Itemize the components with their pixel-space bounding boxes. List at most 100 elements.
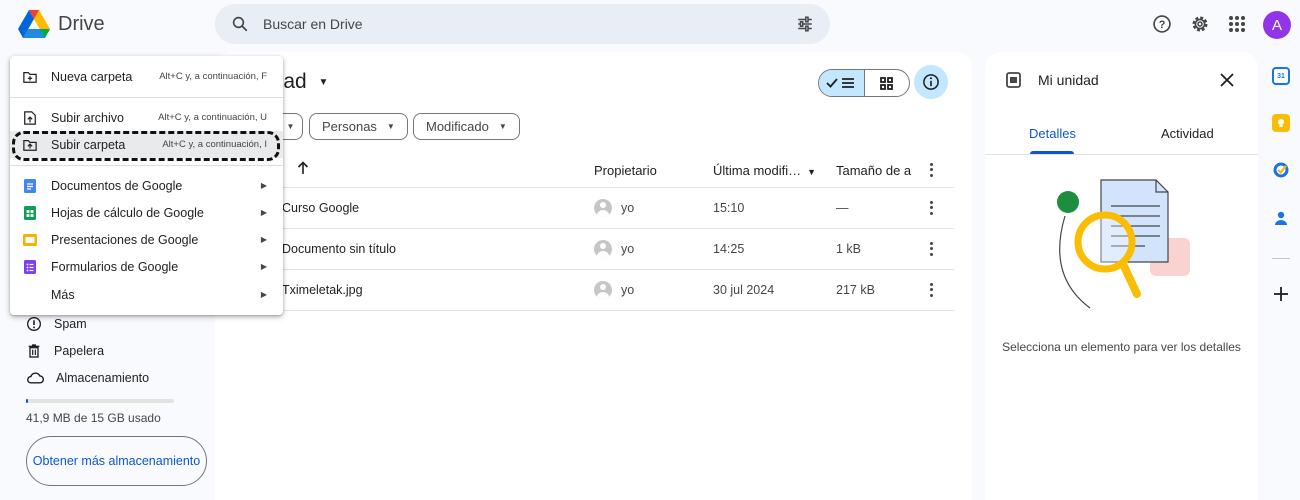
search-input[interactable]: Buscar en Drive	[263, 16, 796, 32]
drive-logo[interactable]: Drive	[18, 8, 105, 40]
google-docs-icon	[24, 178, 36, 193]
details-hint: Selecciona un elemento para ver los deta…	[1002, 340, 1241, 354]
cloud-icon	[27, 372, 44, 384]
menu-item-label: Subir archivo	[51, 110, 124, 125]
menu-item-upload-file[interactable]: Subir archivo Alt+C y, a continuación, U	[10, 104, 283, 131]
search-options-icon[interactable]	[796, 15, 814, 33]
sidebar-item-label: Almacenamiento	[56, 371, 150, 385]
filter-label: Modificado	[426, 119, 489, 134]
details-illustration	[1045, 176, 1195, 321]
menu-item-google-forms[interactable]: Formularios de Google ▶	[10, 253, 283, 280]
sidebar-item-label: Spam	[54, 317, 87, 331]
google-forms-icon	[24, 259, 36, 274]
menu-item-new-folder[interactable]: Nueva carpeta Alt+C y, a continuación, F	[10, 63, 283, 90]
get-more-storage-label: Obtener más almacenamiento	[32, 453, 201, 468]
get-more-storage-button[interactable]: Obtener más almacenamiento	[26, 436, 207, 486]
menu-item-google-sheets[interactable]: Hojas de cálculo de Google ▶	[10, 199, 283, 226]
menu-item-label: Documentos de Google	[51, 178, 183, 193]
list-view-button[interactable]	[819, 70, 865, 96]
storage-usage-bar	[26, 399, 174, 403]
view-toggle[interactable]	[818, 69, 910, 97]
submenu-arrow-icon: ▶	[260, 181, 267, 190]
focus-highlight	[12, 131, 280, 161]
grid-view-button[interactable]	[865, 70, 910, 96]
modified-filter-chip[interactable]: Modificado ▼	[413, 113, 520, 140]
file-upload-icon	[24, 110, 36, 125]
tasks-icon[interactable]	[1272, 161, 1290, 179]
sidebar-item-spam[interactable]: Spam	[26, 314, 87, 334]
divider	[1272, 258, 1290, 259]
new-folder-icon	[23, 71, 37, 83]
details-title: Mi unidad	[1038, 72, 1099, 88]
spam-icon	[27, 317, 41, 331]
file-modified: 30 jul 2024	[713, 283, 775, 297]
file-modified: 15:10	[713, 201, 745, 215]
account-avatar[interactable]: A	[1263, 11, 1291, 39]
svg-text:?: ?	[1159, 19, 1166, 31]
google-sheets-icon	[24, 205, 36, 220]
table-row[interactable]: Tximeletak.jpg yo 30 jul 2024 217 kB	[267, 270, 954, 310]
more-actions-icon[interactable]	[923, 241, 939, 257]
search-bar[interactable]: Buscar en Drive	[215, 4, 830, 44]
menu-item-label: Formularios de Google	[51, 259, 179, 274]
contacts-icon[interactable]	[1272, 209, 1290, 227]
file-size: 217 kB	[836, 283, 875, 297]
table-row[interactable]: Documento sin título yo 14:25 1 kB	[267, 229, 954, 269]
sidebar-item-trash[interactable]: Papelera	[26, 341, 104, 361]
people-filter-chip[interactable]: Personas ▼	[309, 113, 408, 140]
avatar	[594, 240, 612, 258]
divider	[10, 97, 283, 98]
owner-label: yo	[621, 283, 635, 297]
more-actions-icon[interactable]	[923, 200, 939, 216]
submenu-arrow-icon: ▶	[260, 208, 267, 217]
file-size: —	[836, 201, 849, 215]
google-slides-icon	[23, 233, 37, 246]
menu-item-label: Nueva carpeta	[51, 69, 133, 84]
storage-usage-fill	[26, 399, 28, 403]
check-list-icon	[826, 78, 855, 88]
sort-arrow-up-icon[interactable]	[296, 161, 310, 178]
submenu-arrow-icon: ▶	[260, 262, 267, 271]
avatar	[594, 199, 612, 217]
close-icon[interactable]	[1219, 72, 1235, 93]
chevron-down-icon: ▼	[286, 122, 295, 131]
menu-item-google-slides[interactable]: Presentaciones de Google ▶	[10, 226, 283, 253]
help-icon[interactable]: ?	[1150, 12, 1174, 36]
file-owner: yo	[594, 199, 634, 217]
file-name[interactable]: Tximeletak.jpg	[282, 283, 363, 297]
menu-item-google-docs[interactable]: Documentos de Google ▶	[10, 172, 283, 199]
divider	[10, 165, 283, 166]
search-icon[interactable]	[231, 15, 249, 33]
more-actions-icon[interactable]	[923, 282, 939, 298]
column-header-modified[interactable]: Última modifi… ▼	[713, 163, 816, 178]
tab-details[interactable]: Detalles	[1029, 126, 1076, 141]
column-header-label: Última modifi…	[713, 163, 802, 178]
menu-item-shortcut: Alt+C y, a continuación, F	[159, 71, 267, 82]
menu-item-label: Más	[51, 287, 75, 302]
file-name[interactable]: Curso Google	[282, 201, 359, 215]
tab-activity[interactable]: Actividad	[1161, 126, 1214, 141]
table-row[interactable]: Curso Google yo 15:10 —	[267, 188, 954, 228]
sidebar-item-storage[interactable]: Almacenamiento	[26, 368, 149, 388]
sidebar-item-label: Papelera	[54, 344, 105, 358]
menu-item-more[interactable]: Más ▶	[10, 281, 283, 308]
filter-label: Personas	[322, 119, 377, 134]
sort-down-icon: ▼	[807, 167, 817, 177]
column-header-owner[interactable]: Propietario	[594, 163, 657, 178]
divider	[267, 310, 954, 311]
column-header-size[interactable]: Tamaño de a	[836, 163, 911, 178]
details-info-button[interactable]	[914, 65, 948, 99]
apps-grid-icon[interactable]	[1225, 12, 1249, 36]
submenu-arrow-icon: ▶	[260, 235, 267, 244]
info-icon	[923, 74, 939, 90]
avatar	[594, 281, 612, 299]
storage-usage-text: 41,9 MB de 15 GB usado	[26, 411, 161, 425]
file-owner: yo	[594, 281, 634, 299]
add-addon-icon[interactable]	[1273, 286, 1289, 307]
column-options-icon[interactable]	[923, 162, 939, 178]
chevron-down-icon: ▼	[318, 76, 329, 88]
settings-gear-icon[interactable]	[1188, 12, 1212, 36]
file-name[interactable]: Documento sin título	[282, 242, 396, 256]
keep-icon[interactable]	[1272, 114, 1290, 132]
calendar-icon[interactable]: 31	[1272, 67, 1290, 85]
